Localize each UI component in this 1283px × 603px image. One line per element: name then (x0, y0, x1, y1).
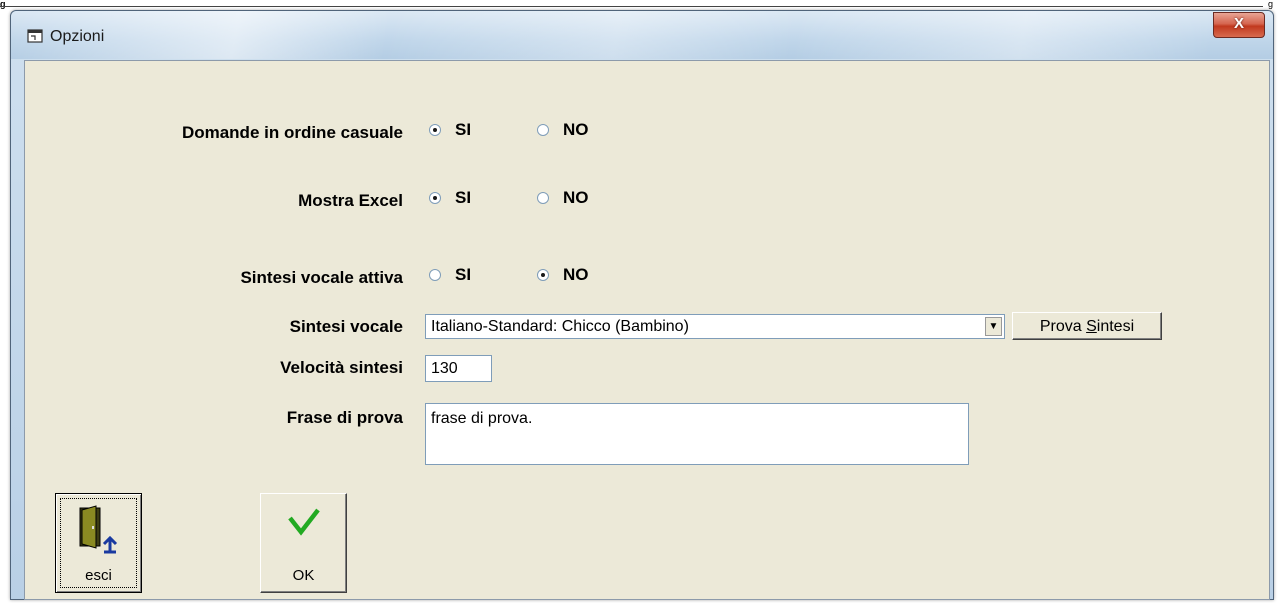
test-voice-accel: S (1086, 318, 1097, 335)
options-window: Opzioni X Domande in ordine casuale SI N… (10, 10, 1274, 600)
exit-button[interactable]: esci (55, 493, 142, 593)
random-order-no-radio[interactable]: NO (537, 120, 589, 140)
test-voice-label-a: Prova (1039, 318, 1087, 335)
speed-input[interactable]: 130 (425, 355, 492, 382)
random-order-yes-label: SI (455, 120, 472, 139)
page-rule (0, 6, 1263, 7)
radio-empty-icon (429, 269, 441, 281)
radio-selected-icon (429, 124, 441, 136)
random-order-no-label: NO (563, 120, 589, 139)
test-phrase-label: Frase di prova (286, 408, 403, 427)
voice-active-no-label: NO (563, 265, 589, 284)
dialog-body: Domande in ordine casuale SI NO Mostra E… (24, 60, 1270, 600)
test-phrase-textarea[interactable]: frase di prova. (425, 403, 969, 465)
window-icon (27, 29, 43, 43)
ok-button[interactable]: OK (260, 493, 347, 593)
exit-button-label: esci (85, 567, 112, 584)
show-excel-yes-radio[interactable]: SI (429, 188, 471, 208)
random-order-yes-radio[interactable]: SI (429, 120, 471, 140)
radio-selected-icon (537, 269, 549, 281)
voice-active-yes-label: SI (455, 265, 472, 284)
show-excel-label: Mostra Excel (298, 191, 403, 210)
voice-label: Sintesi vocale (289, 317, 403, 336)
show-excel-yes-label: SI (455, 188, 472, 207)
page-strip: g g (0, 0, 1283, 9)
page-mark-right: g (1267, 0, 1273, 9)
exit-door-icon (79, 505, 118, 554)
window-title: Opzioni (50, 28, 105, 45)
close-icon: X (1233, 15, 1244, 32)
test-voice-label-b: intesi (1096, 318, 1135, 335)
voice-active-label: Sintesi vocale attiva (240, 268, 403, 287)
radio-selected-icon (429, 192, 441, 204)
show-excel-no-radio[interactable]: NO (537, 188, 589, 208)
ok-button-label: OK (292, 567, 315, 584)
voice-active-yes-radio[interactable]: SI (429, 265, 471, 285)
radio-empty-icon (537, 124, 549, 136)
checkmark-icon (288, 508, 320, 536)
random-order-label: Domande in ordine casuale (181, 123, 403, 142)
voice-active-no-radio[interactable]: NO (537, 265, 589, 285)
show-excel-no-label: NO (563, 188, 589, 207)
chevron-down-icon[interactable]: ▼ (985, 317, 1002, 336)
test-voice-button[interactable]: Prova Sintesi (1012, 312, 1162, 340)
radio-empty-icon (537, 192, 549, 204)
voice-select[interactable]: Italiano-Standard: Chicco (Bambino) ▼ (425, 314, 1005, 339)
speed-label: Velocità sintesi (280, 358, 403, 377)
title-bar[interactable]: Opzioni X (11, 11, 1273, 59)
voice-select-value: Italiano-Standard: Chicco (Bambino) (431, 318, 689, 335)
close-button[interactable]: X (1213, 12, 1265, 38)
